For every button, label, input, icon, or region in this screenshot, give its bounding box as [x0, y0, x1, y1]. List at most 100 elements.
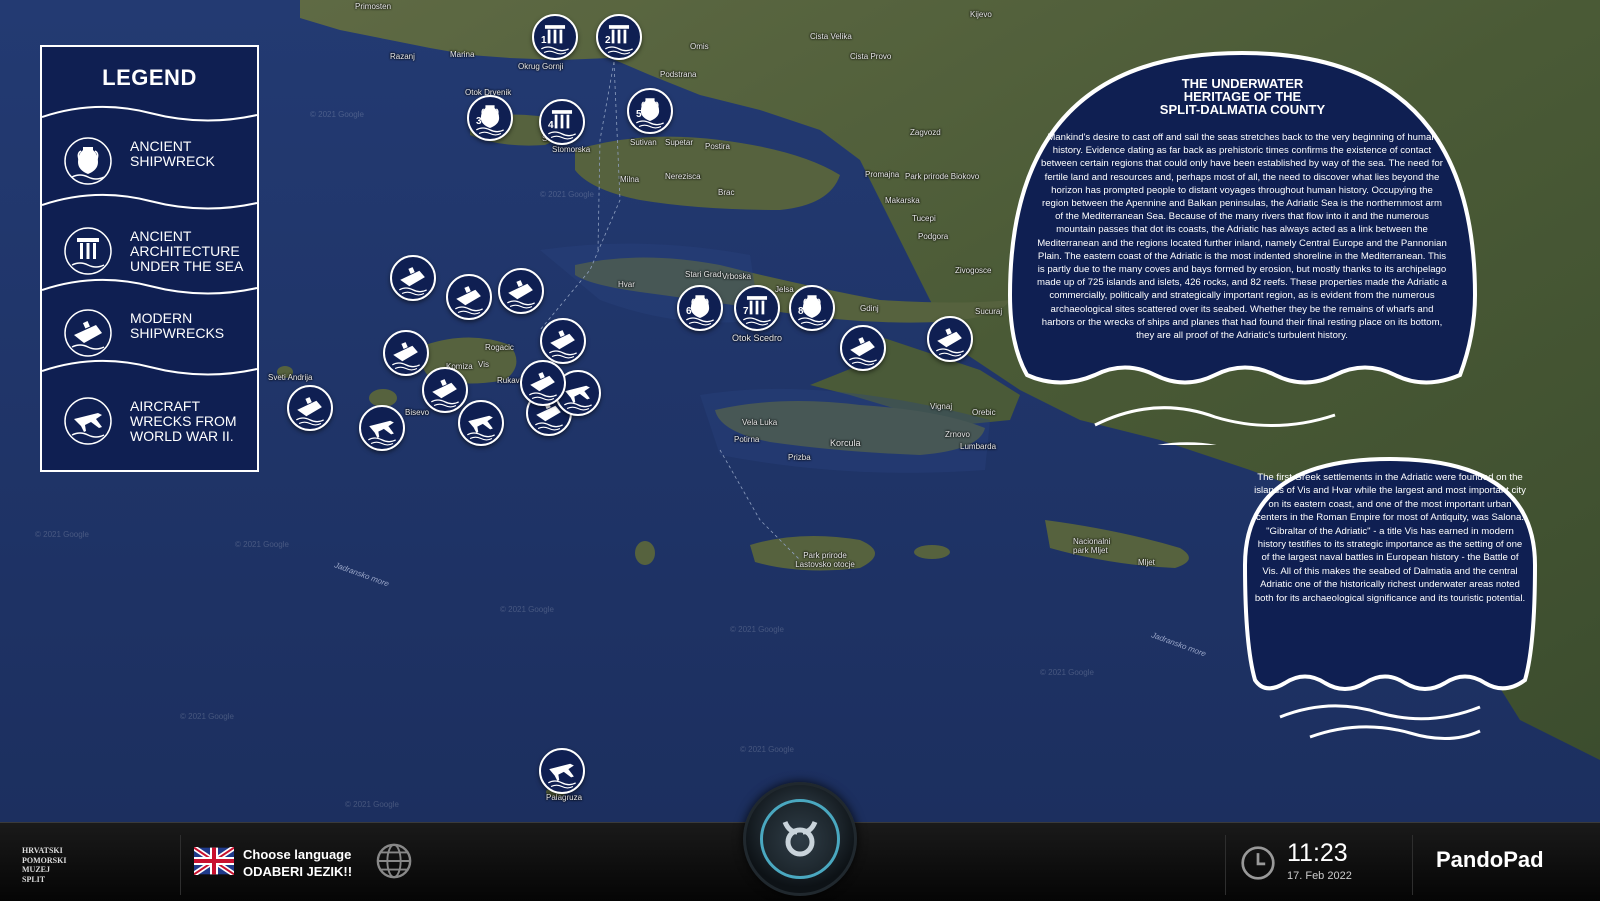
place-label: Gdinj	[860, 304, 879, 313]
marker-ship[interactable]	[446, 274, 492, 320]
marker-ship[interactable]	[520, 360, 566, 406]
ship-icon	[506, 280, 536, 309]
logo-line: SPLIT	[22, 874, 46, 884]
column-icon	[64, 227, 112, 275]
map-watermark: © 2021 Google	[730, 625, 784, 634]
place-label: Zrnovo	[945, 430, 970, 439]
map-watermark: © 2021 Google	[540, 190, 594, 199]
place-label: Otok Scedro	[732, 333, 783, 343]
legend-item-label: MODERN SHIPWRECKS	[130, 310, 225, 341]
info-panel-secondary: The first Greek settlements in the Adria…	[1240, 455, 1540, 741]
logo-line: POMORSKI	[22, 855, 67, 865]
place-label: Primosten	[355, 2, 392, 11]
choose-language-label-hr[interactable]: ODABERI JEZIK!!	[243, 864, 352, 879]
marker-ship[interactable]	[383, 330, 429, 376]
marker-ship[interactable]	[390, 255, 436, 301]
place-label: Okrug Gornji	[518, 62, 564, 71]
place-label: Podstrana	[660, 70, 697, 79]
place-label: Podgora	[918, 232, 949, 241]
place-label: Nerezisca	[665, 172, 701, 181]
marker-number: 4	[548, 120, 554, 131]
marker-amphora-5[interactable]: 5	[627, 88, 673, 134]
museum-logo[interactable]: HRVATSKI POMORSKI MUZEJ SPLIT	[22, 846, 66, 884]
marker-ship[interactable]	[840, 325, 886, 371]
clock-time: 11:23	[1287, 839, 1348, 867]
ship-icon	[398, 267, 428, 296]
marker-number: 2	[605, 35, 611, 46]
marker-amphora-3[interactable]: 3	[467, 95, 513, 141]
marker-plane[interactable]	[539, 748, 585, 794]
legend-item-label: AIRCRAFT WRECKS FROM WORLD WAR II.	[130, 398, 237, 444]
marker-amphora-6[interactable]: 6	[677, 285, 723, 331]
map-watermark: © 2021 Google	[1040, 668, 1094, 677]
place-label: Stari Grad	[685, 270, 722, 279]
place-label: Cista Provo	[850, 52, 892, 61]
marker-number: 7	[743, 306, 749, 317]
legend-item-aircraft-wrecks: AIRCRAFT WRECKS FROM WORLD WAR II.	[42, 387, 257, 457]
info-body: Mankind's desire to cast off and sail th…	[1037, 132, 1447, 342]
globe-icon[interactable]	[375, 842, 413, 880]
plane-icon	[64, 397, 112, 445]
marker-column-7[interactable]: 7	[734, 285, 780, 331]
clock-icon	[1241, 846, 1275, 880]
map-watermark: © 2021 Google	[35, 530, 89, 539]
place-label: Rogacic	[485, 343, 514, 352]
marker-ship[interactable]	[927, 316, 973, 362]
home-button[interactable]	[743, 782, 857, 896]
place-label: Hvar	[618, 280, 635, 289]
divider	[1412, 835, 1413, 895]
logo-line: MUZEJ	[22, 865, 50, 874]
info-title-line: SPLIT-DALMATIA COUNTY	[1159, 102, 1326, 117]
place-label: Makarska	[885, 196, 920, 205]
place-label: Palagruza	[546, 793, 583, 802]
map-watermark: © 2021 Google	[235, 540, 289, 549]
info-panel-main: THE UNDERWATER HERITAGE OF THE SPLIT-DAL…	[1005, 45, 1480, 445]
place-label: Marina	[450, 50, 475, 59]
legend-panel: LEGEND ANCIENT SHIPWRECK ANCIENT ARCHITE…	[40, 45, 259, 472]
map-watermark: © 2021 Google	[740, 745, 794, 754]
place-label: Lumbarda	[960, 442, 997, 451]
marker-plane[interactable]	[359, 405, 405, 451]
marker-number: 6	[686, 306, 692, 317]
place-label: Sutivan	[630, 138, 657, 147]
marker-number: 8	[798, 306, 804, 317]
place-label: Zivogosce	[955, 266, 992, 275]
place-label: Cista Velika	[810, 32, 852, 41]
ship-icon	[391, 342, 421, 371]
marker-number: 5	[636, 109, 642, 120]
legend-item-label: ANCIENT ARCHITECTURE UNDER THE SEA	[130, 228, 244, 274]
place-label: Sucuraj	[975, 307, 1003, 316]
divider	[180, 835, 181, 895]
pandopad-icon	[782, 820, 818, 857]
marker-column-1[interactable]: 1	[532, 14, 578, 60]
place-label: Brac	[718, 188, 735, 197]
place-label: Supetar	[665, 138, 694, 147]
marker-plane[interactable]	[458, 400, 504, 446]
place-label: Promajna	[865, 170, 900, 179]
place-label: Nacionalni park Mljet	[1073, 537, 1111, 555]
marker-column-4[interactable]: 4	[539, 99, 585, 145]
place-label: Park prirode Biokovo	[905, 172, 980, 181]
marker-ship[interactable]	[498, 268, 544, 314]
marker-ship[interactable]	[540, 318, 586, 364]
place-label: Park prirode Lastovsko otocje	[795, 551, 855, 569]
marker-column-2[interactable]: 2	[596, 14, 642, 60]
place-label: Omis	[690, 42, 709, 51]
amphora-icon	[64, 137, 112, 185]
map-watermark: © 2021 Google	[310, 110, 364, 119]
marker-ship[interactable]	[287, 385, 333, 431]
uk-flag-icon[interactable]	[194, 847, 234, 875]
legend-item-label: ANCIENT SHIPWRECK	[130, 138, 215, 169]
ship-icon	[935, 328, 965, 357]
marker-amphora-8[interactable]: 8	[789, 285, 835, 331]
place-label: Vignaj	[930, 402, 953, 411]
choose-language-label[interactable]: Choose language	[243, 847, 351, 862]
ship-icon	[295, 397, 325, 426]
place-label: Vis	[478, 360, 489, 369]
clock-date: 17. Feb 2022	[1287, 870, 1352, 882]
place-label: Sveti Andrija	[268, 373, 313, 382]
ship-icon	[848, 337, 878, 366]
map-watermark: © 2021 Google	[180, 712, 234, 721]
map-watermark: © 2021 Google	[345, 800, 399, 809]
plane-icon	[367, 420, 397, 446]
